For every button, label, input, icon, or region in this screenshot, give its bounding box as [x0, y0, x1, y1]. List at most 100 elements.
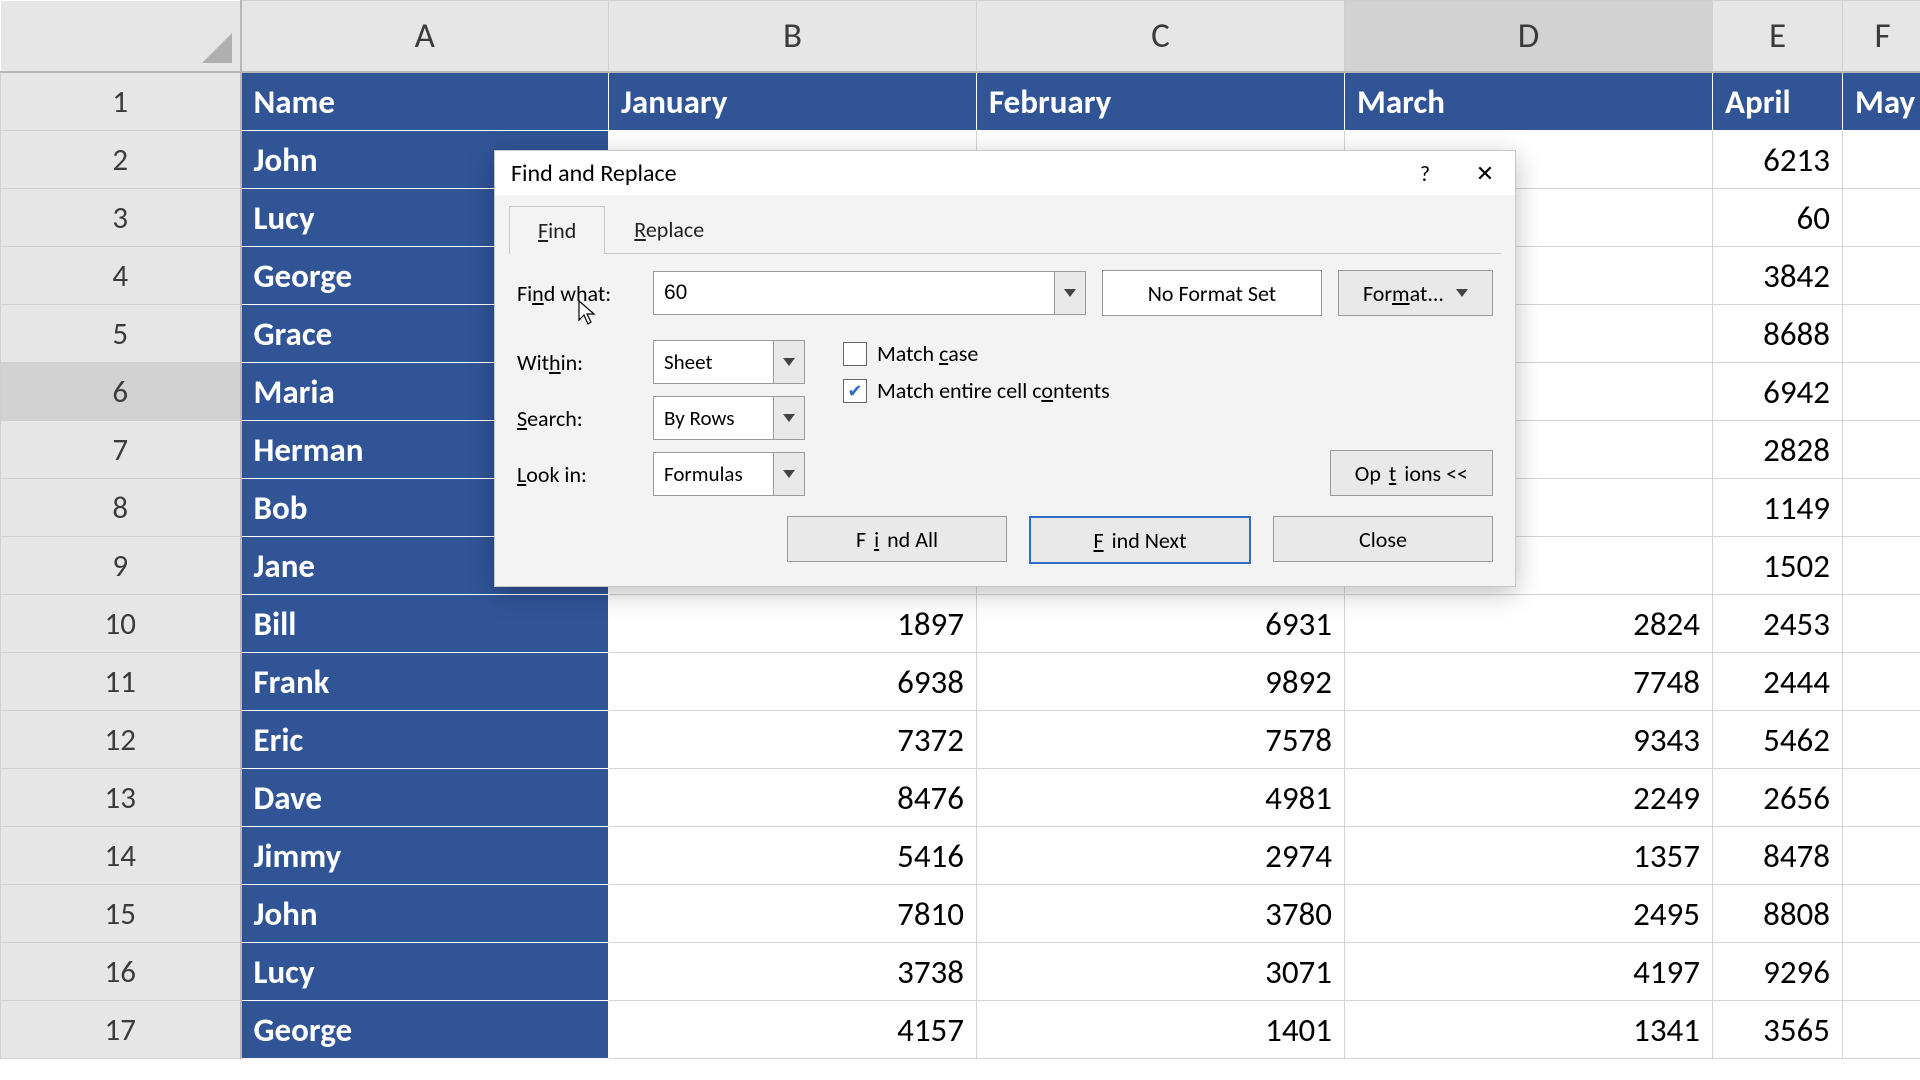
- row-header[interactable]: 3: [1, 189, 241, 247]
- close-button[interactable]: Close: [1273, 516, 1493, 562]
- data-cell[interactable]: 8688: [1713, 305, 1843, 363]
- help-button[interactable]: ?: [1395, 151, 1455, 195]
- data-cell[interactable]: 6942: [1713, 363, 1843, 421]
- header-cell[interactable]: Name: [241, 72, 609, 131]
- data-cell[interactable]: 1341: [1345, 1001, 1713, 1059]
- data-cell[interactable]: [1843, 769, 1920, 827]
- data-cell[interactable]: 1401: [977, 1001, 1345, 1059]
- data-cell[interactable]: [1843, 247, 1920, 305]
- header-cell[interactable]: May: [1843, 72, 1920, 131]
- chevron-down-icon[interactable]: [773, 341, 804, 383]
- data-cell[interactable]: 1149: [1713, 479, 1843, 537]
- row-header[interactable]: 2: [1, 131, 241, 189]
- data-cell[interactable]: 2453: [1713, 595, 1843, 653]
- name-cell[interactable]: Bill: [241, 595, 609, 653]
- data-cell[interactable]: [1843, 189, 1920, 247]
- row-header[interactable]: 7: [1, 421, 241, 479]
- data-cell[interactable]: 4981: [977, 769, 1345, 827]
- row-header[interactable]: 15: [1, 885, 241, 943]
- row-header[interactable]: 14: [1, 827, 241, 885]
- data-cell[interactable]: [1843, 421, 1920, 479]
- row-header[interactable]: 1: [1, 72, 241, 131]
- col-header-E[interactable]: E: [1713, 1, 1843, 73]
- data-cell[interactable]: 1357: [1345, 827, 1713, 885]
- lookin-select[interactable]: Formulas: [653, 452, 805, 496]
- data-cell[interactable]: [1843, 537, 1920, 595]
- row-header[interactable]: 13: [1, 769, 241, 827]
- tab-find[interactable]: Find: [509, 206, 605, 254]
- col-header-F[interactable]: F: [1843, 1, 1920, 73]
- select-all-corner[interactable]: [1, 1, 241, 73]
- row-header[interactable]: 5: [1, 305, 241, 363]
- row-header[interactable]: 9: [1, 537, 241, 595]
- data-cell[interactable]: 7372: [609, 711, 977, 769]
- data-cell[interactable]: 8476: [609, 769, 977, 827]
- format-button[interactable]: Format...: [1338, 270, 1493, 316]
- data-cell[interactable]: 2495: [1345, 885, 1713, 943]
- dialog-titlebar[interactable]: Find and Replace ? ✕: [495, 151, 1515, 195]
- data-cell[interactable]: [1843, 595, 1920, 653]
- data-cell[interactable]: 9296: [1713, 943, 1843, 1001]
- name-cell[interactable]: Frank: [241, 653, 609, 711]
- data-cell[interactable]: 6213: [1713, 131, 1843, 189]
- row-header[interactable]: 6: [1, 363, 241, 421]
- data-cell[interactable]: [1843, 711, 1920, 769]
- data-cell[interactable]: [1843, 1001, 1920, 1059]
- data-cell[interactable]: 1502: [1713, 537, 1843, 595]
- data-cell[interactable]: 5462: [1713, 711, 1843, 769]
- name-cell[interactable]: Lucy: [241, 943, 609, 1001]
- col-header-A[interactable]: A: [241, 1, 609, 73]
- data-cell[interactable]: [1843, 479, 1920, 537]
- data-cell[interactable]: 6931: [977, 595, 1345, 653]
- header-cell[interactable]: January: [609, 72, 977, 131]
- data-cell[interactable]: [1843, 305, 1920, 363]
- data-cell[interactable]: [1843, 943, 1920, 1001]
- data-cell[interactable]: 5416: [609, 827, 977, 885]
- name-cell[interactable]: Dave: [241, 769, 609, 827]
- match-entire-checkbox[interactable]: Match entire cell contents: [843, 377, 1110, 404]
- data-cell[interactable]: 6938: [609, 653, 977, 711]
- match-case-checkbox[interactable]: Match case: [843, 340, 1110, 367]
- data-cell[interactable]: 3565: [1713, 1001, 1843, 1059]
- data-cell[interactable]: 4197: [1345, 943, 1713, 1001]
- chevron-down-icon[interactable]: [773, 397, 804, 439]
- close-icon[interactable]: ✕: [1455, 151, 1515, 195]
- header-cell[interactable]: April: [1713, 72, 1843, 131]
- data-cell[interactable]: 2974: [977, 827, 1345, 885]
- find-all-button[interactable]: Find All: [787, 516, 1007, 562]
- chevron-down-icon[interactable]: [773, 453, 804, 495]
- row-header[interactable]: 10: [1, 595, 241, 653]
- header-cell[interactable]: March: [1345, 72, 1713, 131]
- data-cell[interactable]: 3071: [977, 943, 1345, 1001]
- data-cell[interactable]: 60: [1713, 189, 1843, 247]
- chevron-down-icon[interactable]: [1054, 272, 1085, 314]
- data-cell[interactable]: [1843, 653, 1920, 711]
- col-header-B[interactable]: B: [609, 1, 977, 73]
- row-header[interactable]: 11: [1, 653, 241, 711]
- within-select[interactable]: Sheet: [653, 340, 805, 384]
- name-cell[interactable]: John: [241, 885, 609, 943]
- data-cell[interactable]: 2249: [1345, 769, 1713, 827]
- data-cell[interactable]: 7578: [977, 711, 1345, 769]
- row-header[interactable]: 8: [1, 479, 241, 537]
- search-select[interactable]: By Rows: [653, 396, 805, 440]
- header-cell[interactable]: February: [977, 72, 1345, 131]
- data-cell[interactable]: 7810: [609, 885, 977, 943]
- tab-replace[interactable]: Replace: [605, 205, 733, 253]
- data-cell[interactable]: 8478: [1713, 827, 1843, 885]
- data-cell[interactable]: 3738: [609, 943, 977, 1001]
- name-cell[interactable]: George: [241, 1001, 609, 1059]
- data-cell[interactable]: [1843, 131, 1920, 189]
- data-cell[interactable]: 3842: [1713, 247, 1843, 305]
- col-header-C[interactable]: C: [977, 1, 1345, 73]
- data-cell[interactable]: [1843, 363, 1920, 421]
- name-cell[interactable]: Jimmy: [241, 827, 609, 885]
- find-next-button[interactable]: Find Next: [1029, 516, 1251, 564]
- data-cell[interactable]: [1843, 885, 1920, 943]
- data-cell[interactable]: 2824: [1345, 595, 1713, 653]
- data-cell[interactable]: 2828: [1713, 421, 1843, 479]
- data-cell[interactable]: 1897: [609, 595, 977, 653]
- name-cell[interactable]: Eric: [241, 711, 609, 769]
- col-header-D[interactable]: D: [1345, 1, 1713, 73]
- row-header[interactable]: 16: [1, 943, 241, 1001]
